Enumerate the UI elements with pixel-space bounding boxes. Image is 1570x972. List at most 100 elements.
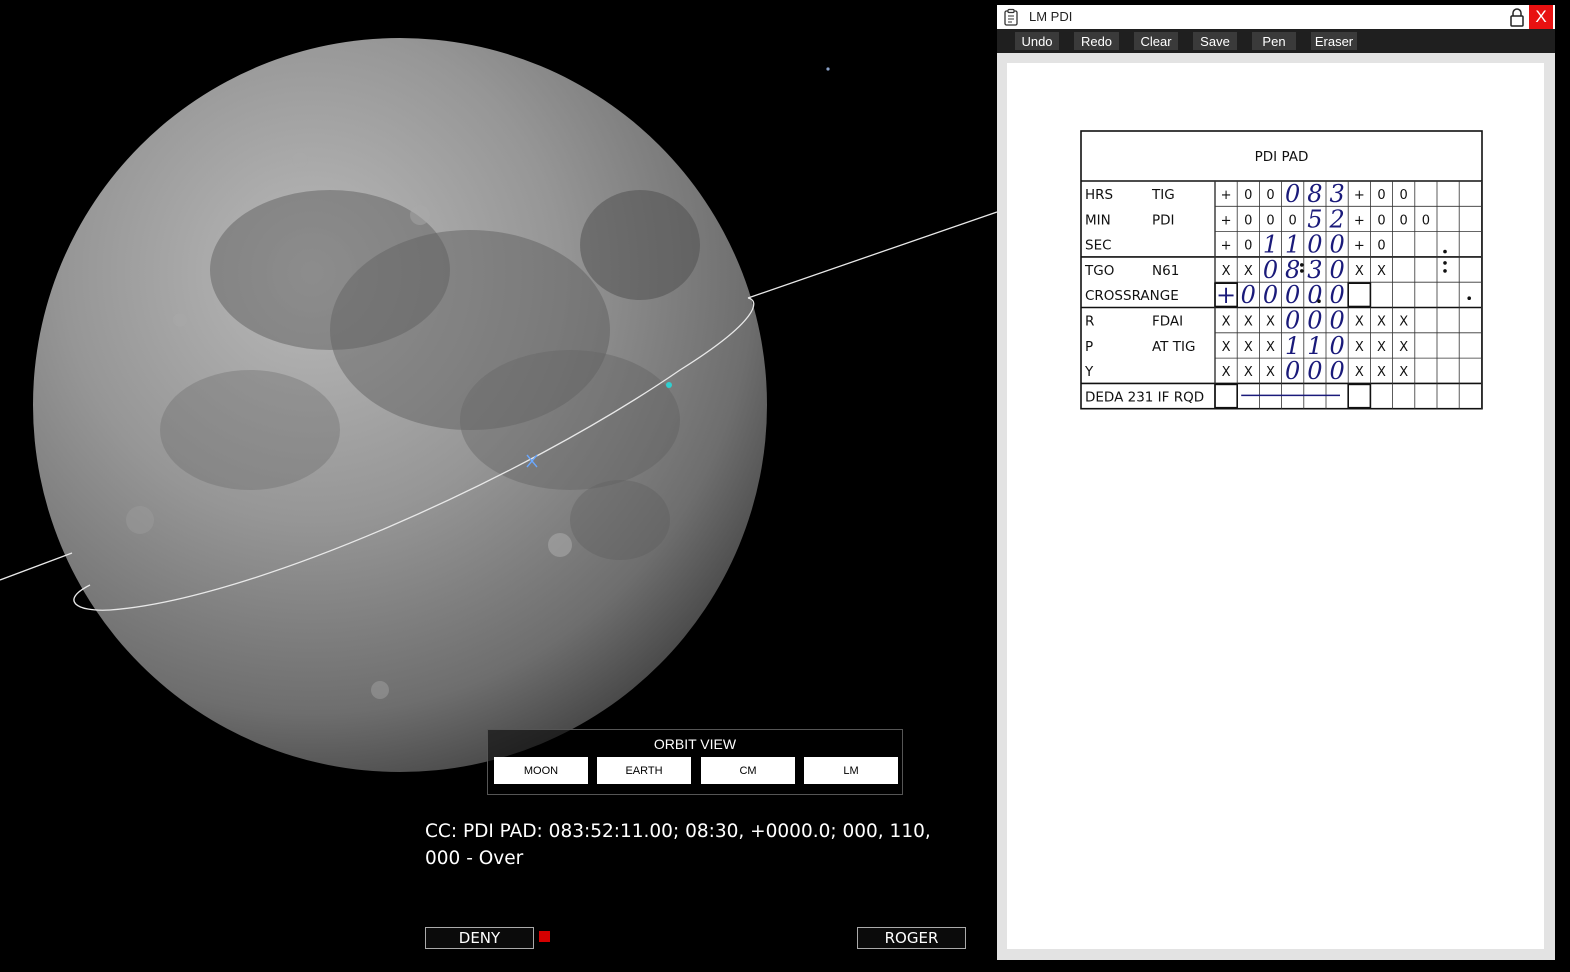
- handwritten-digit: +: [1216, 281, 1236, 309]
- handwritten-digit: 0: [1285, 307, 1300, 335]
- pad-cell: X: [1377, 340, 1386, 355]
- capcom-message: CC: PDI PAD: 083:52:11.00; 08:30, +0000.…: [425, 821, 931, 869]
- pad-cell: X: [1244, 340, 1253, 355]
- view-lm-button[interactable]: LM: [804, 757, 898, 784]
- pad-cell: X: [1266, 365, 1275, 380]
- pad-cell: X: [1222, 264, 1231, 279]
- moon-globe[interactable]: [33, 38, 767, 772]
- orbit-view-panel: ORBIT VIEW MOON EARTH CM LM: [487, 729, 903, 795]
- row-sublabel: FDAI: [1152, 314, 1183, 330]
- pad-cell: +: [1354, 239, 1365, 254]
- pad-cell: 0: [1377, 213, 1385, 228]
- pad-cell: X: [1377, 365, 1386, 380]
- handwritten-digit: 0: [1285, 281, 1300, 309]
- pad-cell: 0: [1377, 188, 1385, 203]
- pad-cell: +: [1221, 188, 1232, 203]
- sign-box: [1347, 383, 1372, 409]
- status-indicator: [539, 931, 550, 942]
- pad-cell: X: [1377, 264, 1386, 279]
- handwritten-digit: 0: [1329, 281, 1344, 309]
- handwritten-digit: 0: [1307, 357, 1322, 385]
- handwritten-digit: 0: [1285, 180, 1300, 208]
- pad-cell: X: [1377, 315, 1386, 330]
- pad-cell: 0: [1400, 213, 1408, 228]
- handwritten-digit: 0: [1329, 231, 1344, 259]
- row-label: P: [1085, 339, 1093, 355]
- pad-cell: X: [1399, 315, 1408, 330]
- row-sublabel: AT TIG: [1152, 339, 1195, 355]
- pad-cell: 0: [1422, 213, 1430, 228]
- sign-box: [1214, 383, 1239, 409]
- pad-cell: X: [1355, 264, 1364, 279]
- save-button[interactable]: Save: [1193, 32, 1237, 50]
- redo-button[interactable]: Redo: [1074, 32, 1119, 50]
- handwritten-digit: 2: [1328, 205, 1344, 233]
- row-label: TGO: [1084, 263, 1114, 279]
- pdi-pad-form: PDI PAD HRS TIG MIN PDI SEC TGO N61 CROSSRANGE R F…: [1080, 130, 1483, 410]
- ink-dot: [1443, 249, 1447, 254]
- row-sublabel: TIG: [1151, 187, 1175, 203]
- roger-button[interactable]: ROGER: [857, 927, 966, 949]
- pen-button[interactable]: Pen: [1252, 32, 1296, 50]
- view-earth-button[interactable]: EARTH: [597, 757, 691, 784]
- undo-button[interactable]: Undo: [1015, 32, 1059, 50]
- ink-dot: [1443, 261, 1447, 265]
- clear-button[interactable]: Clear: [1134, 32, 1178, 50]
- handwritten-digit: 1: [1263, 231, 1278, 259]
- pad-cell: 0: [1244, 213, 1252, 228]
- pad-cell: 0: [1244, 239, 1252, 254]
- pad-cell: X: [1244, 264, 1253, 279]
- sign-box: [1347, 282, 1372, 308]
- close-button[interactable]: X: [1529, 5, 1553, 29]
- row-label: SEC: [1085, 238, 1112, 254]
- handwritten-digit: 5: [1307, 205, 1322, 233]
- ink-dot: [1300, 263, 1304, 267]
- pad-cell: X: [1355, 315, 1364, 330]
- pad-canvas[interactable]: PDI PAD HRS TIG MIN PDI SEC TGO N61 CROSSRANGE R F…: [1007, 63, 1544, 949]
- handwritten-digit: 0: [1329, 332, 1344, 360]
- handwritten-digit: 0: [1263, 281, 1278, 309]
- window-titlebar[interactable]: LM PDI X: [997, 5, 1555, 29]
- pad-cell: X: [1244, 315, 1253, 330]
- star: [826, 67, 830, 71]
- pad-cell: X: [1244, 365, 1253, 380]
- view-cm-button[interactable]: CM: [701, 757, 795, 784]
- lm-pdi-window: LM PDI X Undo Redo Clear Save Pen Eraser…: [997, 5, 1555, 960]
- pad-cell: +: [1221, 239, 1232, 254]
- ink-dot: [1467, 296, 1471, 300]
- ink-dot: [1443, 269, 1447, 273]
- row-label: DEDA 231 IF RQD: [1085, 389, 1204, 405]
- handwritten-digit: 3: [1329, 180, 1344, 208]
- row-sublabel: N61: [1152, 263, 1179, 279]
- pad-cell: X: [1266, 315, 1275, 330]
- clipboard-icon: [1004, 8, 1018, 26]
- view-moon-button[interactable]: MOON: [494, 757, 588, 784]
- deny-button[interactable]: DENY: [425, 927, 534, 949]
- handwritten-digit: 8: [1285, 256, 1300, 284]
- pad-cell: X: [1266, 340, 1275, 355]
- handwritten-digit: 0: [1285, 357, 1300, 385]
- cm-spacecraft-marker[interactable]: [666, 382, 672, 388]
- pad-cell: 0: [1289, 213, 1297, 228]
- handwritten-digit: 0: [1307, 307, 1322, 335]
- pad-cell: 0: [1266, 188, 1274, 203]
- handwritten-digit: 0: [1307, 281, 1322, 309]
- row-sublabel: PDI: [1152, 212, 1175, 228]
- lock-icon[interactable]: [1507, 7, 1527, 27]
- handwritten-digit: 1: [1285, 332, 1300, 360]
- pad-cell: +: [1221, 213, 1232, 228]
- handwritten-digit: 0: [1329, 357, 1344, 385]
- row-label: HRS: [1085, 187, 1113, 203]
- handwritten-digit: 0: [1241, 281, 1256, 309]
- pad-cell: 0: [1377, 239, 1385, 254]
- handwritten-digit: 1: [1285, 231, 1300, 259]
- ink-dot: [1317, 299, 1321, 303]
- eraser-button[interactable]: Eraser: [1311, 32, 1357, 50]
- row-label: Y: [1084, 364, 1094, 380]
- handwritten-digit: 0: [1329, 307, 1344, 335]
- window-title: LM PDI: [1029, 9, 1073, 24]
- handwritten-digit: 3: [1307, 256, 1322, 284]
- pad-cell: +: [1354, 188, 1365, 203]
- pad-cell: 0: [1266, 213, 1274, 228]
- pad-cell: X: [1355, 365, 1364, 380]
